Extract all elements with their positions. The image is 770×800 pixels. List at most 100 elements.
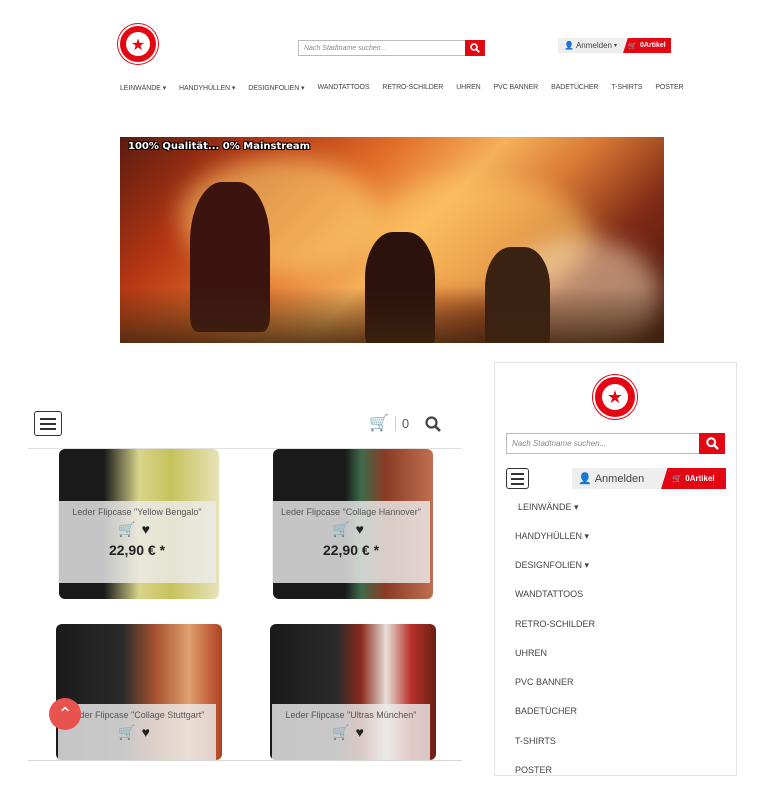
user-icon: 👤 xyxy=(578,473,592,485)
chevron-down-icon: ▾ xyxy=(230,85,236,92)
banner-headline: 100% Qualität... 0% Mainstream xyxy=(128,141,311,152)
nav-item[interactable]: POSTER xyxy=(655,84,683,92)
search-placeholder: Nach Stadtname suchen... xyxy=(512,439,607,448)
product-price: 22,90 € * xyxy=(108,542,166,558)
cart-icon: 🛒 xyxy=(369,415,389,432)
login-label: Anmelden xyxy=(594,472,645,485)
cart-icon[interactable]: 🛒 xyxy=(118,724,141,740)
product-card[interactable]: Leder Flipcase "Collage Hannover" 🛒♥ 22,… xyxy=(258,449,448,609)
chevron-down-icon: ▾ xyxy=(582,531,590,541)
heart-icon[interactable]: ♥ xyxy=(142,521,156,537)
chevron-down-icon: ▾ xyxy=(299,85,305,92)
star-icon: ★ xyxy=(606,386,624,408)
chevron-down-icon: ▾ xyxy=(571,502,579,512)
nav-item-label: T-SHIRTS xyxy=(611,84,643,91)
user-icon: 👤 xyxy=(564,41,574,50)
nav-item-label: DESIGNFOLIEN xyxy=(248,85,300,92)
nav-item-label: POSTER xyxy=(655,84,684,91)
nav-item[interactable]: BADETÜCHER xyxy=(551,84,598,92)
nav-item[interactable]: T-SHIRTS xyxy=(611,84,642,92)
nav-item-label: UHREN xyxy=(456,84,481,91)
login-label: Anmelden xyxy=(575,41,612,50)
side-menu-item-label: LEINWÄNDE xyxy=(518,502,572,512)
nav-item[interactable]: HANDYHÜLLEN ▾ xyxy=(179,84,235,92)
cart-count: 0 xyxy=(394,415,409,431)
mobile-cart-button[interactable]: 🛒 0 xyxy=(369,413,409,433)
side-menu-item-label: PVC BANNER xyxy=(515,677,574,687)
search-icon xyxy=(470,43,480,53)
nav-item[interactable]: LEINWÄNDE ▾ xyxy=(120,84,166,92)
heart-icon[interactable]: ♥ xyxy=(142,724,156,740)
side-menu-panel: ★ Nach Stadtname suchen... 👤 Anmelden 🛒 … xyxy=(494,362,737,776)
search-placeholder: Nach Stadtname suchen... xyxy=(304,44,387,52)
side-menu-item-label: BADETÜCHER xyxy=(515,706,578,716)
heart-icon[interactable]: ♥ xyxy=(356,521,370,537)
search-icon[interactable] xyxy=(425,416,441,432)
nav-item[interactable]: DESIGNFOLIEN ▾ xyxy=(248,84,304,92)
nav-item-label: WANDTATTOOS xyxy=(317,84,370,91)
side-menu-item[interactable]: WANDTATTOOS xyxy=(515,589,583,599)
hero-banner: 100% Qualität... 0% Mainstream xyxy=(120,137,664,343)
scroll-top-button[interactable]: ⌃ xyxy=(49,698,81,730)
search-button[interactable] xyxy=(465,40,485,56)
product-card[interactable]: Leder Flipcase "Yellow Bengalo" 🛒♥ 22,90… xyxy=(44,449,234,609)
product-name: Leder Flipcase "Ultras München" xyxy=(285,710,417,720)
side-menu-item[interactable]: PVC BANNER xyxy=(515,677,574,687)
site-logo[interactable]: ★ xyxy=(118,24,158,64)
nav-item-label: LEINWÄNDE xyxy=(120,85,161,92)
side-menu-item[interactable]: LEINWÄNDE ▾ xyxy=(518,502,579,513)
side-menu-item-label: DESIGNFOLIEN xyxy=(515,560,583,570)
nav-item[interactable]: RETRO-SCHILDER xyxy=(382,84,443,92)
product-name: Leder Flipcase "Collage Stuttgart" xyxy=(69,710,205,720)
side-menu-item[interactable]: UHREN xyxy=(515,648,547,658)
side-menu-item[interactable]: T-SHIRTS xyxy=(515,736,556,746)
nav-item-label: BADETÜCHER xyxy=(551,84,599,91)
cart-label: 0Artikel xyxy=(685,474,715,483)
side-menu-item[interactable]: HANDYHÜLLEN ▾ xyxy=(515,531,589,542)
nav-item[interactable]: UHREN xyxy=(456,84,480,92)
chevron-down-icon: ▾ xyxy=(582,560,590,570)
product-name: Leder Flipcase "Yellow Bengalo" xyxy=(72,507,202,517)
side-menu-item[interactable]: RETRO-SCHILDER xyxy=(515,619,595,629)
nav-item-label: PVC BANNER xyxy=(493,84,539,91)
side-menu-item-label: UHREN xyxy=(515,648,548,658)
side-menu-item[interactable]: BADETÜCHER xyxy=(515,706,577,716)
search-button[interactable] xyxy=(699,433,725,454)
side-menu-item-label: T-SHIRTS xyxy=(515,736,556,746)
cart-icon: 🛒 xyxy=(628,42,638,50)
side-menu-item-label: HANDYHÜLLEN xyxy=(515,531,583,541)
chevron-up-icon: ⌃ xyxy=(57,703,73,724)
nav-item-label: HANDYHÜLLEN xyxy=(178,85,231,92)
menu-button[interactable] xyxy=(34,411,62,436)
product-card[interactable]: Leder Flipcase "Collage Stuttgart" 🛒♥ xyxy=(44,614,234,760)
nav-item[interactable]: WANDTATTOOS xyxy=(317,84,369,92)
chevron-down-icon: ▾ xyxy=(614,43,618,49)
heart-icon[interactable]: ♥ xyxy=(356,724,370,740)
side-menu-item[interactable]: POSTER xyxy=(515,765,552,775)
product-name: Leder Flipcase "Collage Hannover" xyxy=(281,507,421,517)
nav-item-label: RETRO-SCHILDER xyxy=(382,84,444,91)
search-input[interactable]: Nach Stadtname suchen... xyxy=(298,40,466,56)
site-logo[interactable]: ★ xyxy=(593,375,637,419)
nav-item[interactable]: PVC BANNER xyxy=(494,84,539,92)
side-menu-item-label: RETRO-SCHILDER xyxy=(515,619,596,629)
side-menu-item[interactable]: DESIGNFOLIEN ▾ xyxy=(515,560,589,571)
chevron-down-icon: ▾ xyxy=(160,85,167,92)
search-icon xyxy=(705,437,719,450)
menu-button[interactable] xyxy=(506,468,529,489)
login-button[interactable]: 👤 Anmelden ▾ xyxy=(558,38,630,53)
search-input[interactable]: Nach Stadtname suchen... xyxy=(506,433,700,454)
main-nav: LEINWÄNDE ▾ HANDYHÜLLEN ▾ DESIGNFOLIEN ▾ WA… xyxy=(120,84,697,92)
side-menu-item-label: WANDTATTOOS xyxy=(515,589,584,599)
login-button[interactable]: 👤 Anmelden xyxy=(572,468,672,489)
cart-button[interactable]: 🛒 0Artikel xyxy=(623,38,671,53)
side-menu-item-label: POSTER xyxy=(515,765,553,775)
cart-icon[interactable]: 🛒 xyxy=(332,724,355,740)
star-icon: ★ xyxy=(130,34,146,54)
product-card[interactable]: Leder Flipcase "Ultras München" 🛒♥ xyxy=(258,614,448,760)
cart-icon[interactable]: 🛒 xyxy=(118,521,141,537)
cart-icon[interactable]: 🛒 xyxy=(332,521,355,537)
cart-button[interactable]: 🛒 0Artikel xyxy=(661,468,726,489)
product-price: 22,90 € * xyxy=(322,542,380,558)
cart-icon: 🛒 xyxy=(672,474,683,483)
